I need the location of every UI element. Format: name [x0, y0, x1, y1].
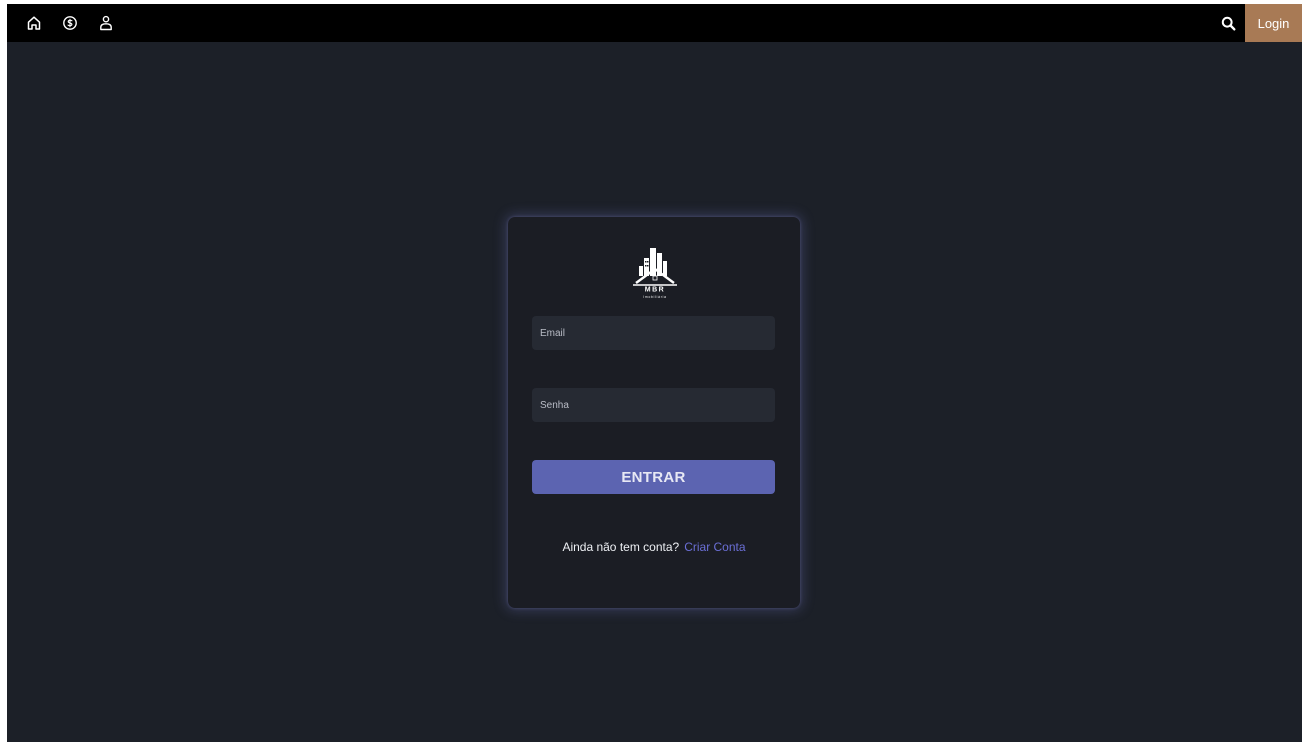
password-field[interactable] [532, 388, 775, 422]
signup-prompt-text: Ainda não tem conta? [562, 540, 680, 554]
home-icon[interactable] [24, 13, 44, 33]
signup-prompt-row: Ainda não tem conta? Criar Conta [508, 540, 800, 554]
login-button[interactable]: Login [1245, 4, 1302, 42]
dollar-circle-icon[interactable] [60, 13, 80, 33]
create-account-link[interactable]: Criar Conta [684, 540, 745, 554]
submit-button[interactable]: ENTRAR [532, 460, 775, 494]
logo-subtext: Imobiliária [643, 295, 666, 299]
email-field[interactable] [532, 316, 775, 350]
app-viewport: Login MBR Imobiliária Email ENTRAR Ainda… [7, 4, 1302, 742]
logo-wordmark: MBR [645, 287, 665, 294]
search-icon[interactable] [1218, 13, 1238, 33]
top-navbar: Login [7, 4, 1302, 42]
user-icon[interactable] [96, 13, 116, 33]
login-card: MBR Imobiliária ENTRAR Ainda não tem con… [508, 217, 800, 608]
mbr-logo: MBR Imobiliária [625, 247, 685, 303]
